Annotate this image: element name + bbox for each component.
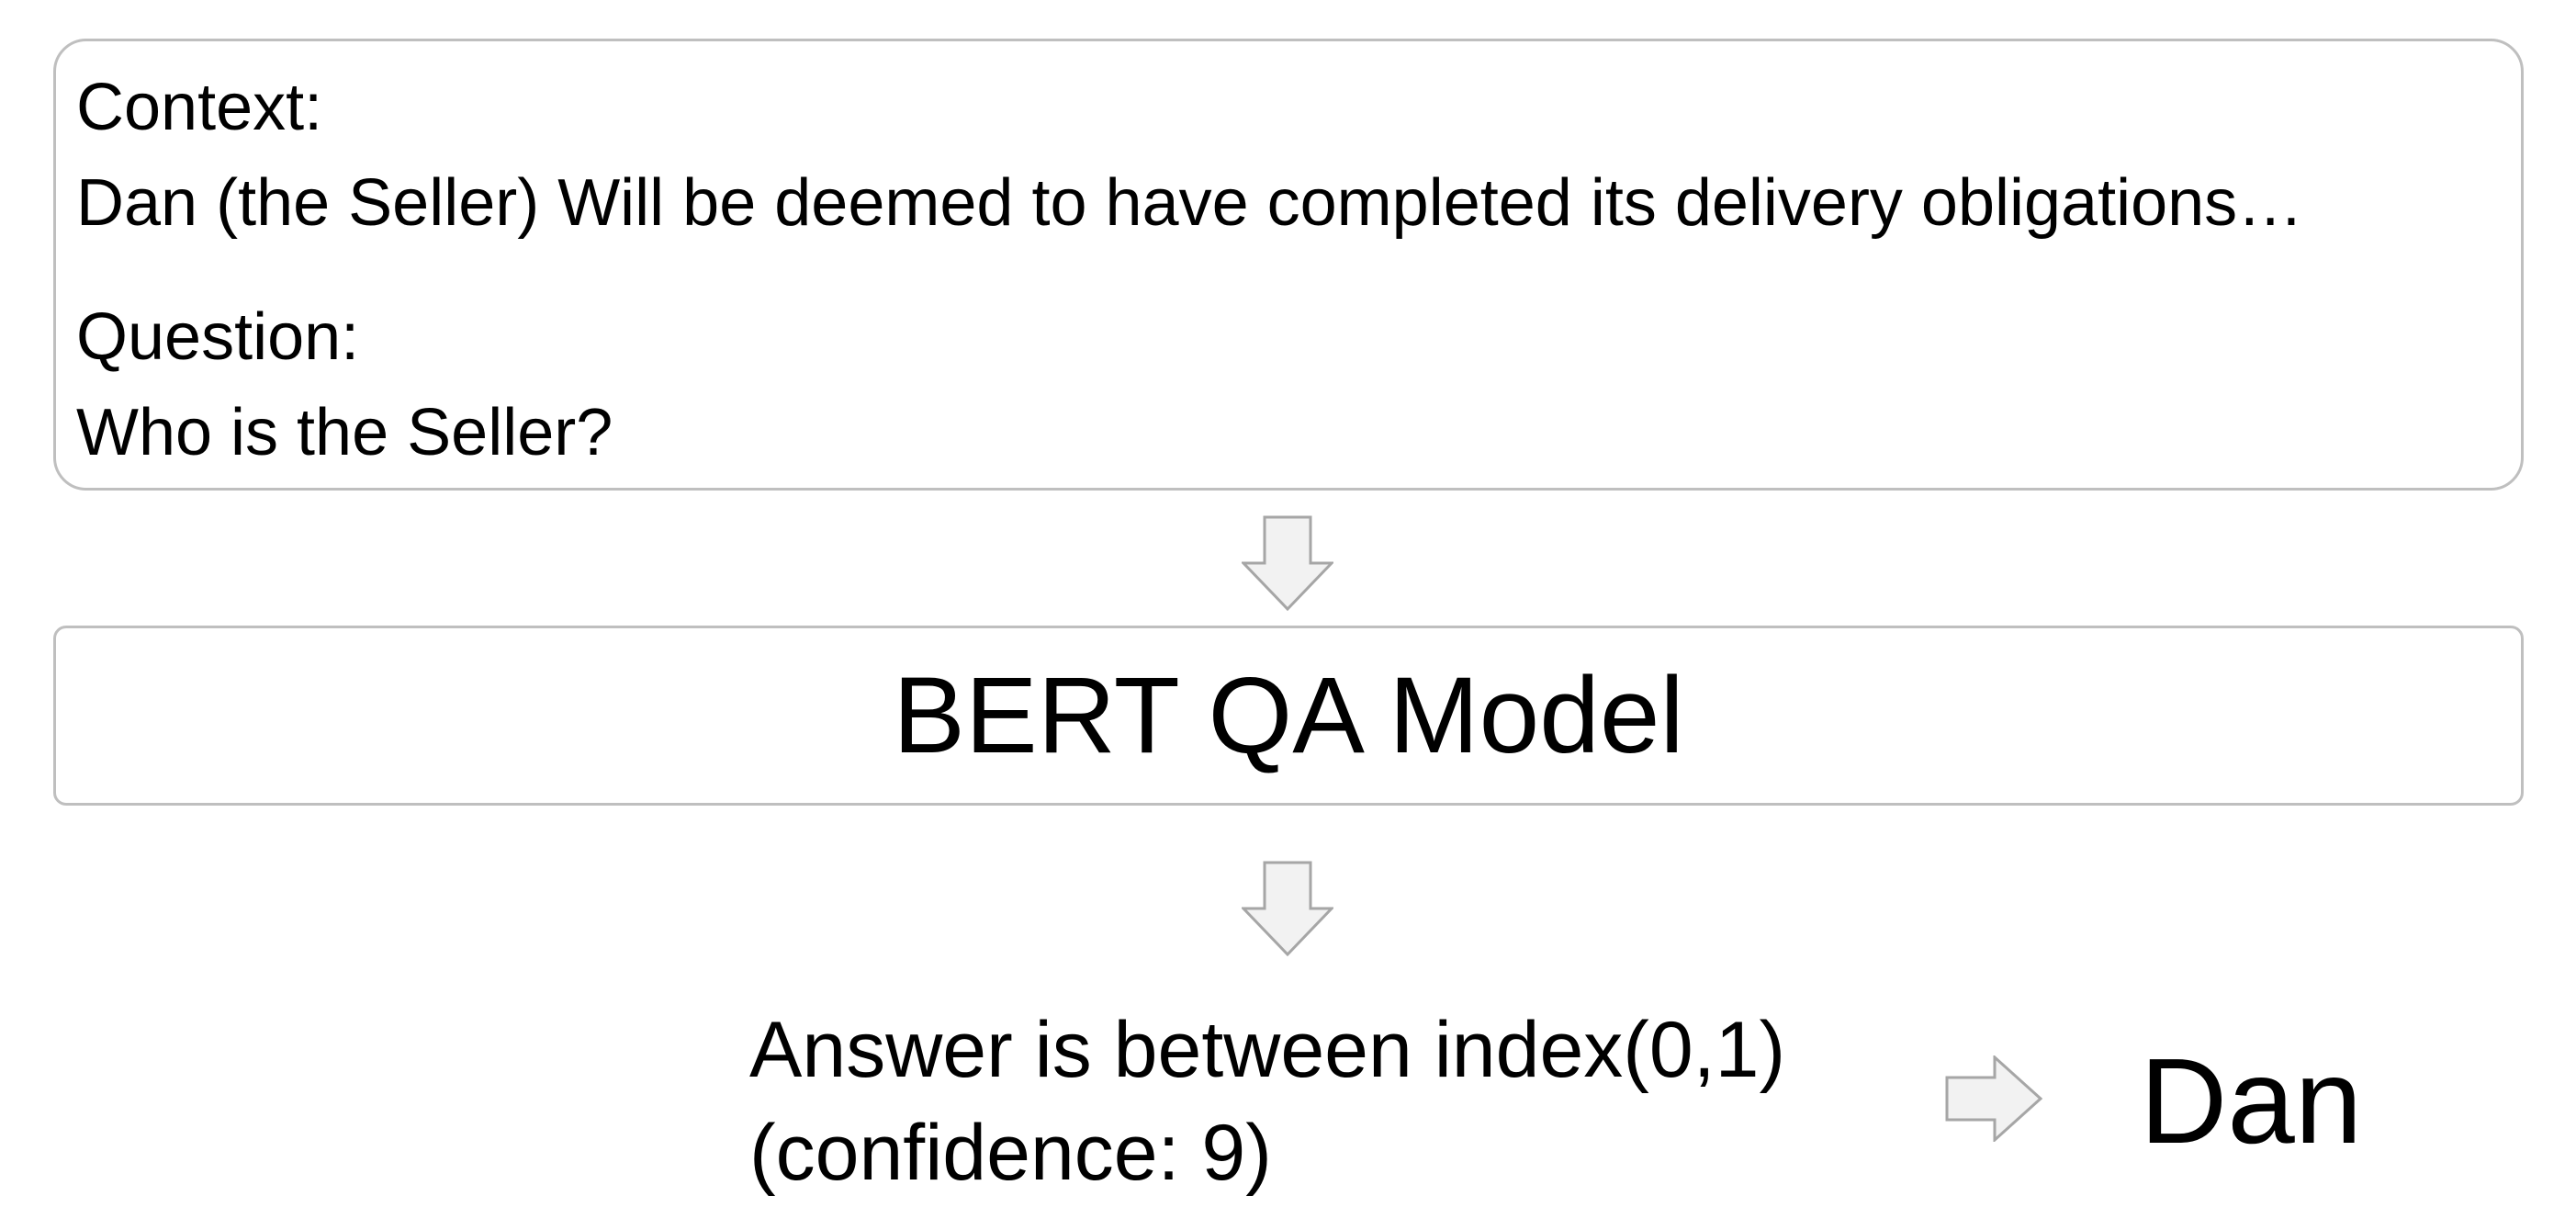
confidence-text: (confidence: 9) (749, 1109, 1272, 1197)
model-label: BERT QA Model (893, 655, 1684, 776)
arrow-down-icon (1242, 515, 1333, 611)
answer-text: Answer is between index(0,1) (749, 1006, 1786, 1094)
context-text: Dan (the Seller) Will be deemed to have … (76, 166, 2304, 240)
model-box: BERT QA Model (53, 626, 2524, 806)
input-box: Context: Dan (the Seller) Will be deemed… (53, 39, 2524, 491)
result-text: Dan (2140, 1033, 2363, 1168)
context-label: Context: (76, 71, 323, 144)
answer-block: Answer is between index(0,1) (confidence… (749, 999, 1785, 1204)
question-text: Who is the Seller? (76, 396, 613, 469)
arrow-down-icon (1242, 861, 1333, 956)
question-label: Question: (76, 300, 360, 374)
arrow-right-icon (1945, 1055, 2042, 1142)
